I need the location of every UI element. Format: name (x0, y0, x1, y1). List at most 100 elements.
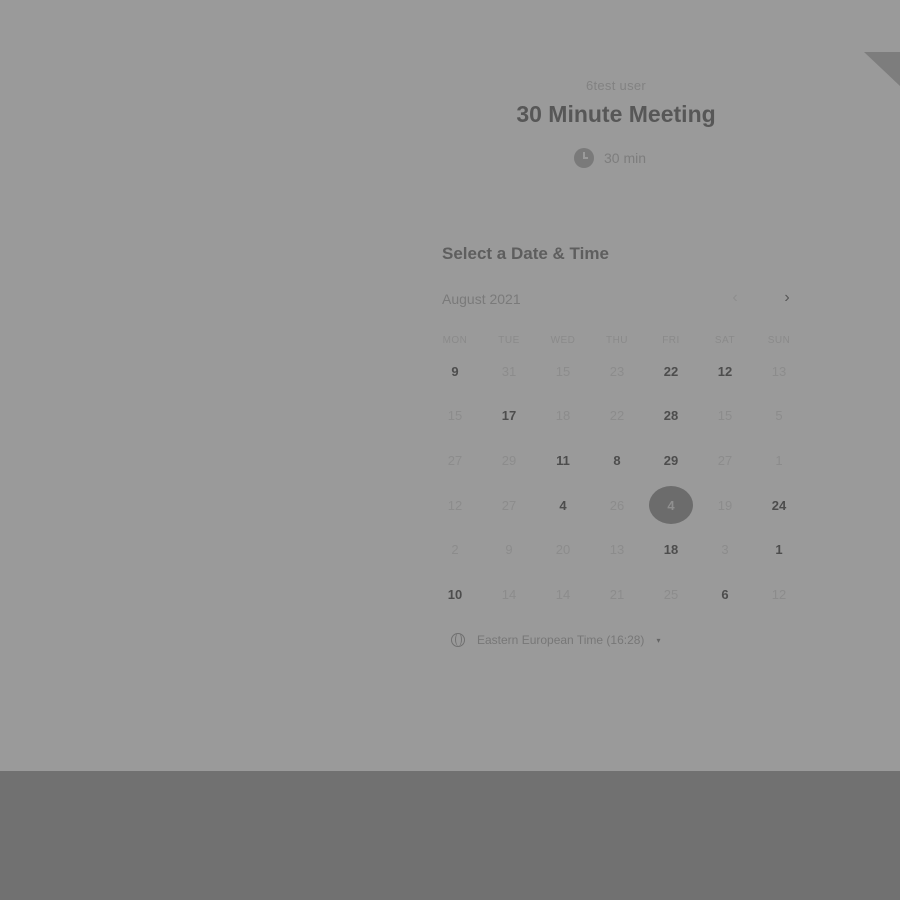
unavailable-date: 12 (428, 483, 482, 528)
available-date[interactable]: 1 (752, 527, 806, 572)
date-number: 25 (663, 586, 679, 602)
unavailable-date: 13 (752, 349, 806, 394)
timezone-selector[interactable]: Eastern European Time (16:28) ▾ (451, 633, 660, 647)
available-date[interactable]: 29 (644, 438, 698, 483)
unavailable-date: 1 (752, 438, 806, 483)
unavailable-date: 20 (536, 527, 590, 572)
date-number: 19 (717, 497, 733, 513)
weekday-label: FRI (662, 335, 680, 346)
date-number: 26 (609, 497, 625, 513)
unavailable-date: 15 (536, 349, 590, 394)
weekday-label: THU (605, 335, 629, 346)
unavailable-date: 18 (536, 394, 590, 439)
unavailable-date: 21 (590, 572, 644, 617)
available-date[interactable]: 6 (698, 572, 752, 617)
available-date[interactable]: 4 (536, 483, 590, 528)
available-date[interactable]: 17 (482, 394, 536, 439)
date-number: 14 (501, 586, 517, 602)
date-number: 27 (717, 452, 733, 468)
date-number: 3 (721, 542, 729, 558)
date-number: 13 (771, 363, 787, 379)
date-number: 12 (717, 363, 733, 379)
date-number: 24 (771, 497, 787, 513)
weekday-label: SAT (714, 335, 736, 346)
unavailable-date: 13 (590, 527, 644, 572)
unavailable-date: 31 (482, 349, 536, 394)
unavailable-date: 25 (644, 572, 698, 617)
organizer-name: 6test user (585, 78, 647, 93)
date-number: 17 (501, 408, 517, 424)
date-number: 9 (505, 542, 513, 558)
unavailable-date: 26 (590, 483, 644, 528)
caret-down-icon: ▾ (656, 635, 661, 645)
unavailable-date: 27 (698, 438, 752, 483)
unavailable-date: 15 (698, 394, 752, 439)
calendar-grid: 9 31 15 23 22 12 13 15 17 18 22 28 15 5 27 29 11 8 29 27 1 12… (428, 349, 806, 617)
event-duration: 30 min (574, 148, 646, 168)
available-date[interactable]: 28 (644, 394, 698, 439)
weekday-label: WED (550, 335, 576, 346)
date-number: 29 (663, 452, 679, 468)
available-date[interactable]: 18 (644, 527, 698, 572)
unavailable-date: 27 (482, 483, 536, 528)
section-title: Select a Date & Time (442, 244, 609, 263)
globe-icon (451, 633, 465, 647)
date-number: 21 (609, 586, 625, 602)
available-date[interactable]: 24 (752, 483, 806, 528)
available-date[interactable]: 11 (536, 438, 590, 483)
date-number: 5 (775, 408, 783, 424)
available-date[interactable]: 10 (428, 572, 482, 617)
date-number: 4 (559, 497, 567, 513)
date-number: 6 (721, 586, 729, 602)
date-number: 12 (447, 497, 463, 513)
month-label: August 2021 (442, 291, 521, 307)
date-number: 11 (556, 452, 570, 468)
unavailable-date: 9 (482, 527, 536, 572)
unavailable-date: 14 (536, 572, 590, 617)
date-number: 23 (609, 363, 625, 379)
page-footer-band (0, 771, 900, 900)
event-title: 30 Minute Meeting (516, 101, 716, 127)
weekday-label: SUN (767, 335, 791, 346)
event-header: 6test user 30 Minute Meeting (441, 78, 791, 128)
unavailable-date: 22 (590, 394, 644, 439)
unavailable-date: 12 (752, 572, 806, 617)
unavailable-date: 23 (590, 349, 644, 394)
unavailable-date: 19 (698, 483, 752, 528)
date-number: 15 (447, 408, 463, 424)
corner-ribbon[interactable] (864, 52, 900, 86)
available-date[interactable]: 8 (590, 438, 644, 483)
unavailable-date: 2 (428, 527, 482, 572)
date-number: 14 (555, 586, 571, 602)
date-number: 10 (447, 586, 463, 602)
date-number: 1 (775, 452, 783, 468)
unavailable-date: 15 (428, 394, 482, 439)
duration-label: 30 min (604, 150, 647, 166)
available-date[interactable]: 12 (698, 349, 752, 394)
next-month-button[interactable]: › (779, 290, 795, 306)
date-number: 1 (775, 542, 783, 558)
date-number: 18 (663, 542, 679, 558)
date-number: 28 (663, 408, 679, 424)
date-number: 18 (555, 408, 571, 424)
date-number: 12 (771, 586, 787, 602)
date-number: 15 (555, 363, 571, 379)
weekday-label: TUE (498, 335, 520, 346)
previous-month-button[interactable]: ‹ (727, 290, 743, 306)
date-number: 29 (501, 452, 517, 468)
clock-icon (574, 148, 594, 168)
date-number: 4 (649, 486, 693, 525)
unavailable-date: 5 (752, 394, 806, 439)
weekday-label: MON (442, 335, 468, 346)
unavailable-date: 29 (482, 438, 536, 483)
unavailable-date: 27 (428, 438, 482, 483)
unavailable-date: 14 (482, 572, 536, 617)
date-number: 9 (451, 363, 459, 379)
date-number: 27 (447, 452, 463, 468)
available-date[interactable]: 22 (644, 349, 698, 394)
date-number: 22 (663, 363, 679, 379)
selected-date[interactable]: 4 (644, 483, 698, 528)
date-number: 15 (717, 408, 733, 424)
date-number: 31 (501, 363, 517, 379)
available-date[interactable]: 9 (428, 349, 482, 394)
